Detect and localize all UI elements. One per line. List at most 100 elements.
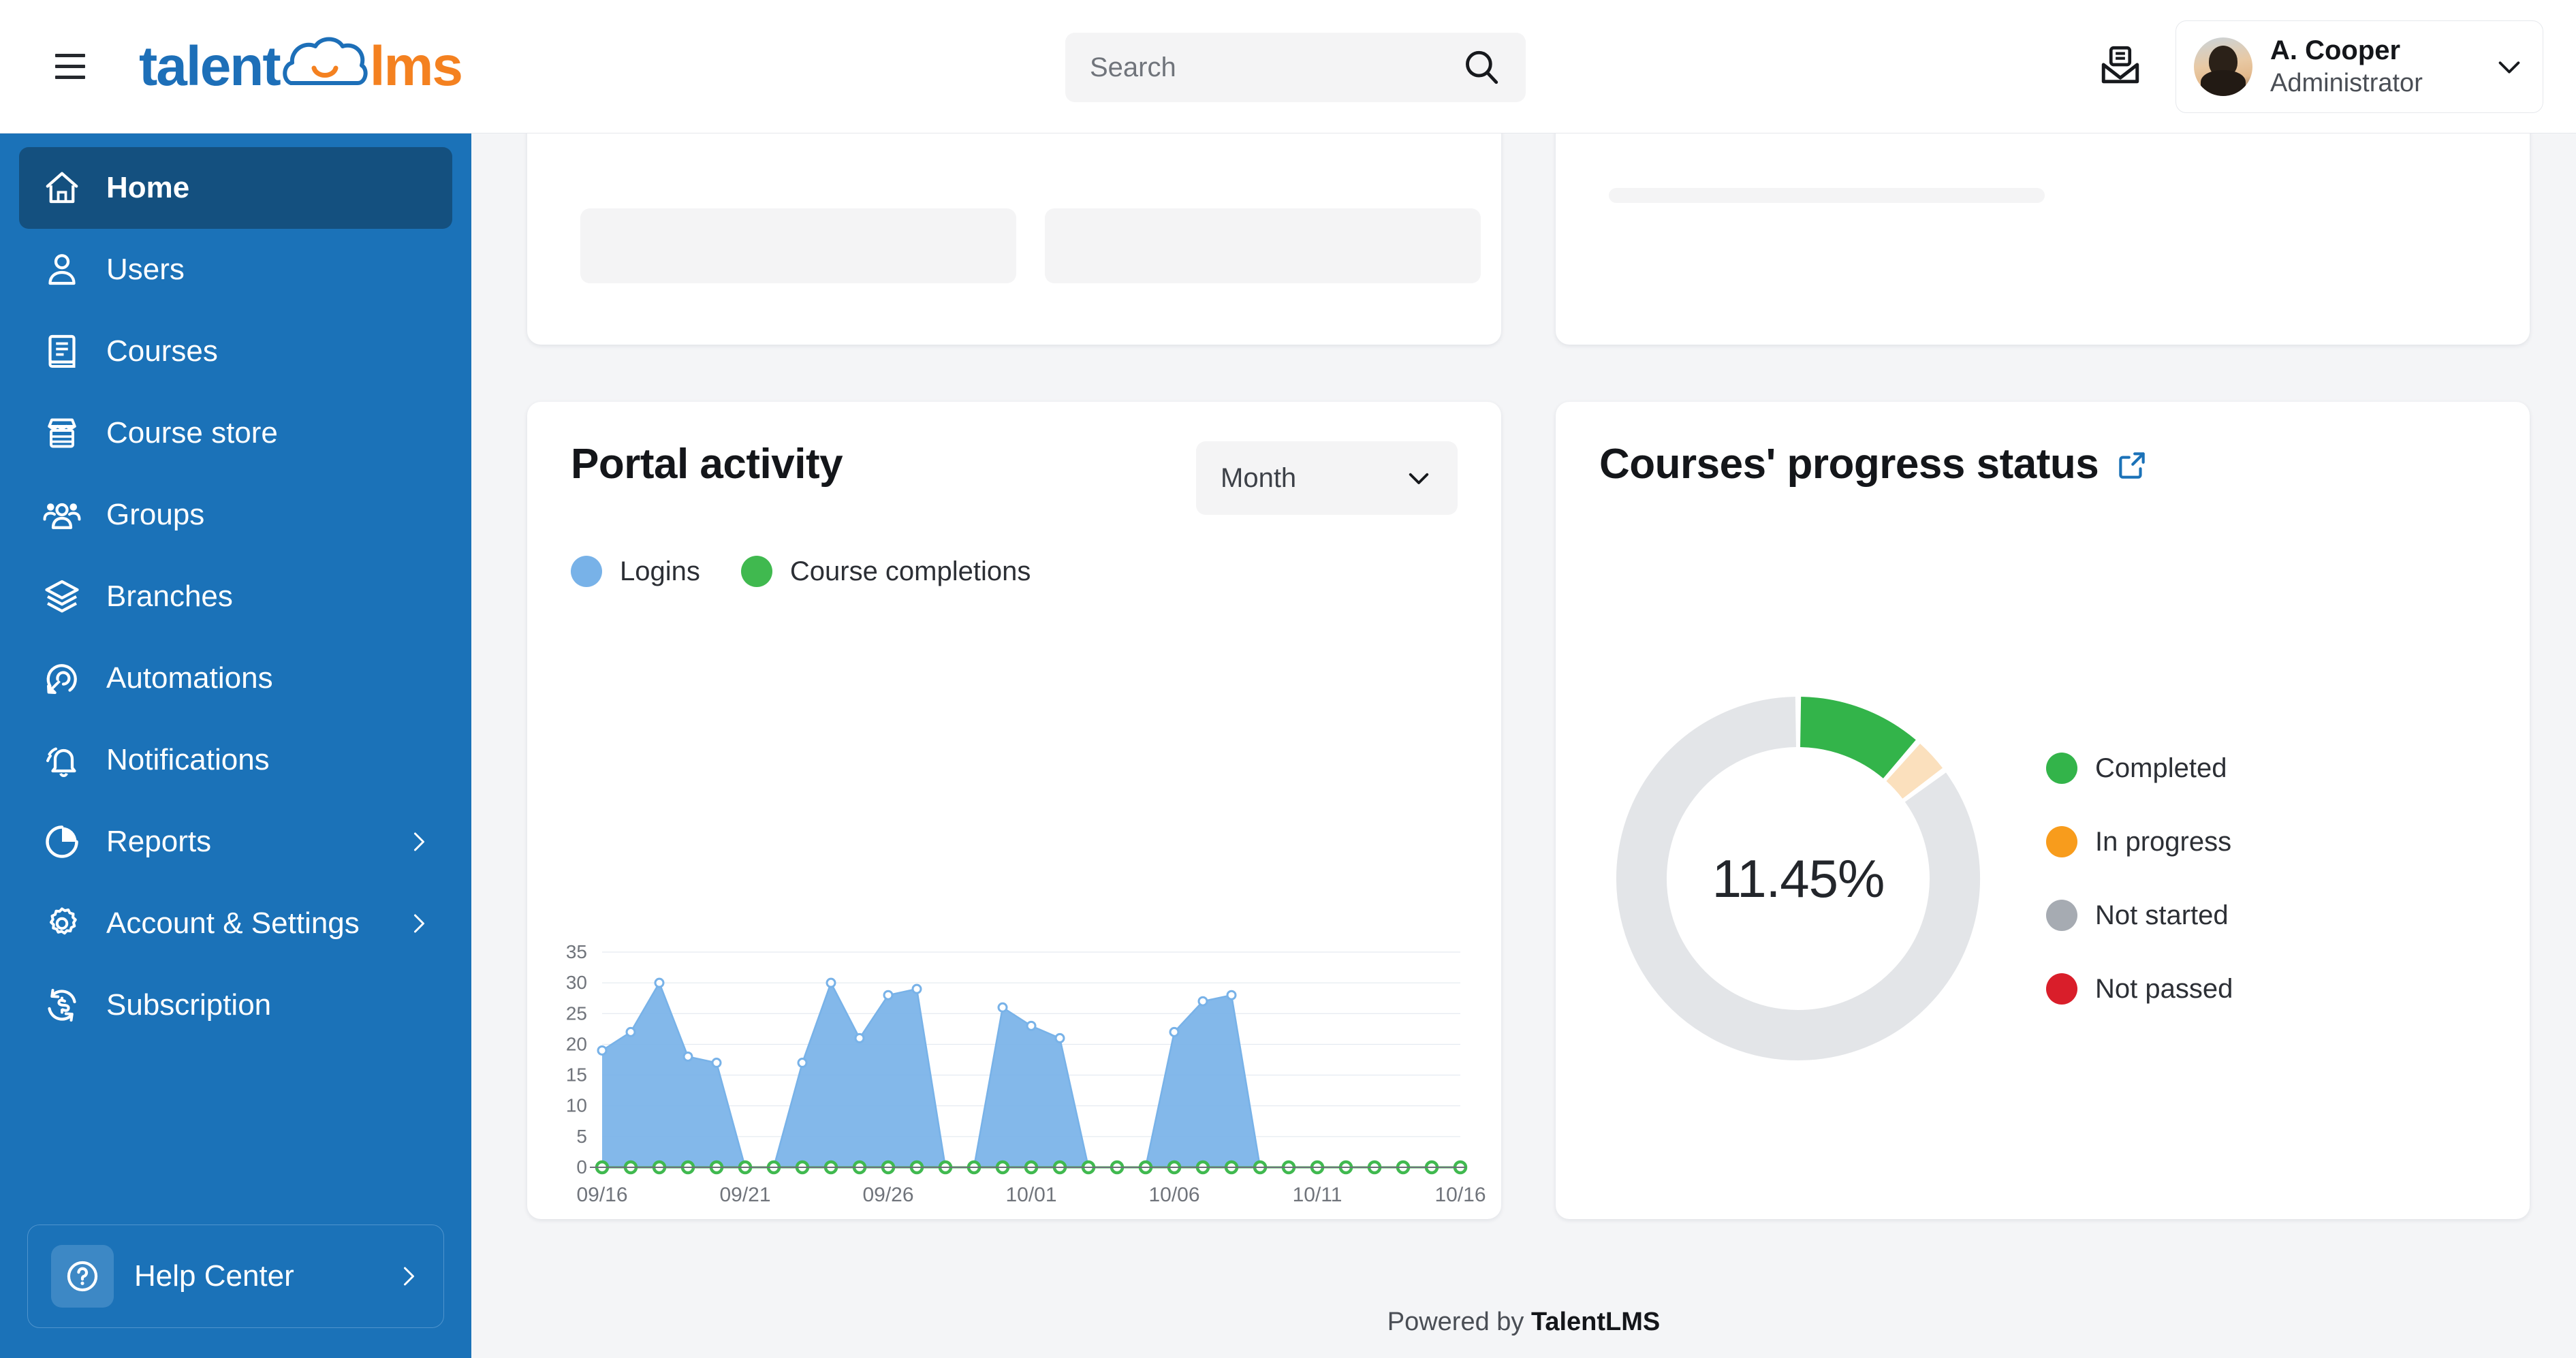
svg-text:10/16: 10/16 <box>1434 1184 1486 1206</box>
portal-activity-header: Portal activity Month <box>527 402 1501 515</box>
sidebar: Home Users Courses Course store Groups B… <box>0 133 471 1358</box>
sidebar-item-label: Account & Settings <box>106 906 360 940</box>
search-box[interactable] <box>1065 33 1526 102</box>
sidebar-item-label: Courses <box>106 334 218 368</box>
sidebar-item-notifications[interactable]: Notifications <box>19 719 452 801</box>
svg-text:10: 10 <box>566 1095 587 1116</box>
legend-item-completed[interactable]: Completed <box>2046 753 2233 784</box>
legend-label: Not started <box>2095 900 2229 930</box>
partial-card-top-right <box>1556 133 2530 345</box>
legend-color-swatch <box>571 556 602 587</box>
footer: Powered by TalentLMS <box>471 1308 2576 1337</box>
legend-color-swatch <box>2046 900 2077 931</box>
svg-text:25: 25 <box>566 1002 587 1024</box>
legend-color-swatch <box>2046 753 2077 784</box>
chevron-down-icon[interactable] <box>2494 51 2525 82</box>
legend-label: Logins <box>620 556 700 586</box>
svg-text:10/06: 10/06 <box>1148 1184 1199 1206</box>
sidebar-item-automations[interactable]: Automations <box>19 637 452 719</box>
svg-text:09/21: 09/21 <box>719 1184 770 1206</box>
legend-label: Course completions <box>789 556 1031 586</box>
sidebar-item-label: Home <box>106 171 190 204</box>
legend-color-swatch <box>2046 973 2077 1005</box>
logo-text-talent: talent <box>139 35 281 97</box>
refresh-dollar-icon <box>41 984 83 1026</box>
svg-text:20: 20 <box>566 1033 587 1054</box>
sidebar-item-groups[interactable]: Groups <box>19 474 452 556</box>
sidebar-item-account-settings[interactable]: Account & Settings <box>19 883 452 964</box>
legend-label: Completed <box>2095 753 2227 783</box>
automation-icon <box>41 657 83 699</box>
ghost-field <box>1609 188 2045 203</box>
chevron-right-icon[interactable] <box>406 830 430 854</box>
donut-legend: Completed In progress Not started Not pa… <box>2046 753 2233 1005</box>
svg-text:10/11: 10/11 <box>1293 1184 1342 1206</box>
sidebar-item-courses[interactable]: Courses <box>19 311 452 392</box>
main-content: Portal activity Month Logins Course comp… <box>471 133 2576 1358</box>
sidebar-item-label: Reports <box>106 825 212 858</box>
svg-text:10/01: 10/01 <box>1005 1184 1056 1206</box>
svg-text:0: 0 <box>576 1156 587 1178</box>
hamburger-menu-icon[interactable] <box>46 43 94 91</box>
footer-brand: TalentLMS <box>1530 1308 1661 1336</box>
user-menu[interactable]: A. Cooper Administrator <box>2176 20 2543 113</box>
sidebar-item-users[interactable]: Users <box>19 229 452 311</box>
pie-chart-icon <box>41 821 83 863</box>
legend-item-not-started[interactable]: Not started <box>2046 900 2233 931</box>
sidebar-item-label: Groups <box>106 498 205 531</box>
logo-text-lms: lms <box>369 35 463 97</box>
svg-text:09/26: 09/26 <box>862 1184 913 1206</box>
sidebar-item-reports[interactable]: Reports <box>19 801 452 883</box>
external-link-icon[interactable] <box>2115 448 2149 482</box>
app-header: talent lms A. Cooper Administrator <box>0 0 2576 133</box>
period-selected-value: Month <box>1221 462 1297 493</box>
sidebar-item-label: Automations <box>106 661 273 695</box>
chevron-down-icon[interactable] <box>1404 464 1433 492</box>
search-icon[interactable] <box>1462 48 1501 87</box>
sidebar-item-subscription[interactable]: Subscription <box>19 964 452 1046</box>
legend-item-not-passed[interactable]: Not passed <box>2046 973 2233 1005</box>
legend-label: In progress <box>2095 826 2232 857</box>
help-center-button[interactable]: Help Center <box>27 1225 444 1328</box>
partial-card-top-left <box>527 133 1501 345</box>
period-select[interactable]: Month <box>1196 441 1458 515</box>
legend-item-course-completions[interactable]: Course completions <box>740 556 1031 587</box>
user-role: Administrator <box>2270 69 2423 98</box>
legend-item-in-progress[interactable]: In progress <box>2046 826 2233 857</box>
talentlms-logo[interactable]: talent lms <box>139 33 463 101</box>
svg-text:15: 15 <box>566 1064 587 1086</box>
help-center-label: Help Center <box>134 1259 294 1293</box>
avatar <box>2194 37 2252 96</box>
courses-progress-donut[interactable]: 11.45% <box>1594 674 2002 1083</box>
bell-icon <box>41 739 83 781</box>
portal-activity-card: Portal activity Month Logins Course comp… <box>527 402 1501 1219</box>
portal-activity-chart[interactable]: 0 5 10 15 20 25 30 35 09/16 09/21 09/26 10/01 10/06 1… <box>527 940 1501 1212</box>
search-input[interactable] <box>1090 52 1462 83</box>
layers-icon <box>41 575 83 618</box>
chart-legend: Logins Course completions <box>527 515 1501 587</box>
sidebar-item-branches[interactable]: Branches <box>19 556 452 637</box>
donut-center-value: 11.45% <box>1712 848 1885 909</box>
courses-progress-card: Courses' progress status 11.45% Complete… <box>1556 402 2530 1219</box>
chevron-right-icon[interactable] <box>406 911 430 936</box>
chevron-right-icon[interactable] <box>396 1264 420 1289</box>
home-icon <box>41 167 83 209</box>
gear-icon <box>41 902 83 945</box>
legend-color-swatch <box>2046 826 2077 857</box>
area-chart-svg: 0 5 10 15 20 25 30 35 09/16 09/21 09/26 10/01 10/06 1… <box>566 941 1486 1206</box>
book-icon <box>41 330 83 373</box>
help-center-section: Help Center <box>0 1225 471 1358</box>
sidebar-item-home[interactable]: Home <box>19 147 452 229</box>
sidebar-item-course-store[interactable]: Course store <box>19 392 452 474</box>
page-title: Portal activity <box>571 441 843 488</box>
groups-icon <box>41 494 83 536</box>
inbox-mail-icon[interactable] <box>2098 42 2143 87</box>
sidebar-nav: Home Users Courses Course store Groups B… <box>0 133 471 1046</box>
svg-text:09/16: 09/16 <box>576 1184 627 1206</box>
legend-item-logins[interactable]: Logins <box>571 556 700 587</box>
legend-label: Not passed <box>2095 973 2233 1004</box>
sidebar-item-label: Subscription <box>106 988 272 1022</box>
donut-section: 11.45% Completed In progress Not started <box>1556 579 2530 1178</box>
user-icon <box>41 249 83 291</box>
footer-prefix: Powered by <box>1387 1308 1531 1336</box>
